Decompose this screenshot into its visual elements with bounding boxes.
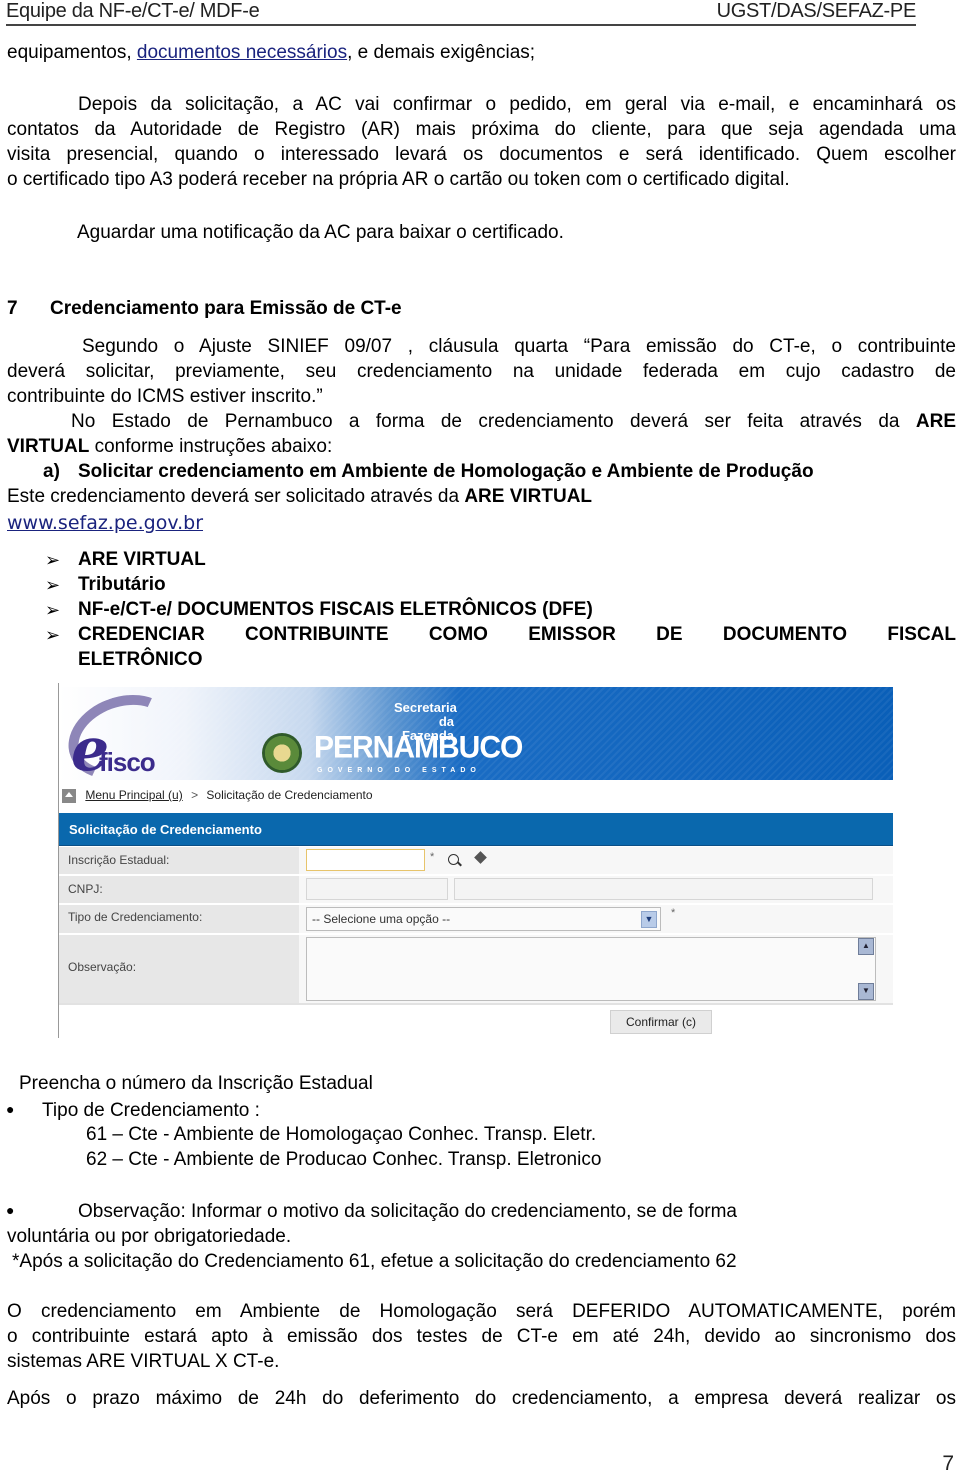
header-right-title: UGST/DAS/SEFAZ-PE (716, 0, 917, 22)
nav-step: ARE VIRTUAL (78, 549, 206, 570)
para1-line: o certificado tipo A3 poderá receber na … (7, 169, 790, 190)
instruction-tipo-label: Tipo de Credenciamento : (42, 1100, 260, 1121)
para5: Este credenciamento deverá ser solicitad… (7, 485, 956, 509)
form-row-tipo: Tipo de Credenciamento: -- Selecione uma… (59, 905, 893, 935)
breadcrumb-home-link[interactable]: Menu Principal (u) (85, 788, 182, 802)
company-name-input (454, 878, 873, 900)
section-heading: 7 Credenciamento para Emissão de CT-e (7, 297, 956, 321)
page-header: Equipe da NF-e/CT-e/ MDF-e UGST/DAS/SEFA… (6, 0, 916, 26)
website-link[interactable]: www.sefaz.pe.gov.br (7, 512, 203, 534)
inscricao-label: Inscrição Estadual: (59, 847, 299, 874)
form-row-cnpj: CNPJ: (59, 876, 893, 905)
observacao-textarea[interactable] (306, 937, 876, 1001)
instruction-obs-line1: Observação: Informar o motivo da solicit… (78, 1201, 737, 1222)
pernambuco-coat-of-arms-icon (262, 733, 302, 773)
para4-text: No Estado de Pernambuco a forma de crede… (71, 411, 900, 432)
cnpj-label: CNPJ: (59, 876, 299, 903)
para3-line: Segundo o Ajuste SINIEF 09/07 , cláusula… (82, 336, 956, 357)
para4-line1: No Estado de Pernambuco a forma de crede… (71, 410, 956, 434)
nav-step: Tributário (78, 574, 166, 595)
tipo-label: Tipo de Credenciamento: (59, 905, 299, 933)
form-title: Solicitação de Credenciamento (59, 813, 893, 846)
embedded-screenshot: e fisco Secretaria da Fazenda PERNAMBUCO… (58, 683, 894, 1038)
breadcrumb-separator: > (191, 788, 199, 802)
header-left-title: Equipe da NF-e/CT-e/ MDF-e (6, 0, 260, 22)
arrow-bullet-icon: ➢ (45, 575, 61, 595)
para4-line2: VIRTUAL conforme instruções abaixo: (7, 435, 956, 459)
para6-line: O credenciamento em Ambiente de Homologa… (7, 1301, 956, 1322)
chevron-down-icon[interactable]: ▼ (641, 911, 657, 928)
banner-state: PERNAMBUCO (314, 730, 523, 765)
tipo-option: 61 – Cte - Ambiente de Homologaçao Conhe… (86, 1124, 597, 1145)
form-row-inscricao: Inscrição Estadual: * (59, 847, 893, 876)
breadcrumb: Menu Principal (u) > Solicitação de Cred… (62, 788, 373, 806)
form-separator (59, 1003, 893, 1005)
para6-line: sistemas ARE VIRTUAL X CT-e. (7, 1351, 280, 1372)
banner-secretaria-line: Secretaria (394, 700, 457, 715)
para3-line: deverá solicitar, previamente, seu crede… (7, 361, 956, 382)
tipo-option: 62 – Cte - Ambiente de Producao Conhec. … (86, 1149, 602, 1170)
para4-text: conforme instruções abaixo: (89, 436, 333, 457)
para4-bold: VIRTUAL (7, 436, 90, 457)
page-number: 7 (942, 1452, 954, 1475)
para4-bold: ARE (915, 411, 956, 432)
confirm-button[interactable]: Confirmar (c) (610, 1010, 712, 1034)
section-number: 7 (7, 298, 18, 319)
para2: Aguardar uma notificação da AC para baix… (77, 222, 564, 243)
home-icon[interactable] (62, 788, 76, 803)
instruction-obs-line2: voluntária ou por obrigatoriedade. (7, 1226, 292, 1247)
documents-link[interactable]: documentos necessários (137, 42, 347, 63)
intro-line: equipamentos, documentos necessários, e … (7, 41, 956, 65)
intro-text: equipamentos, (7, 42, 137, 63)
arrow-bullet-icon: ➢ (45, 550, 61, 570)
subheading-text: Solicitar credenciamento em Ambiente de … (78, 461, 814, 482)
para5-text: Este credenciamento deverá ser solicitad… (7, 486, 465, 507)
cnpj-input (306, 878, 448, 900)
para3-line: contribuinte do ICMS estiver inscrito.” (7, 386, 323, 407)
clear-eraser-icon[interactable] (474, 851, 487, 864)
efisco-logo-text: fisco (99, 747, 156, 777)
para7: Após o prazo máximo de 24h do deferiment… (7, 1388, 956, 1409)
arrow-bullet-icon: ➢ (45, 625, 61, 645)
section-title: Credenciamento para Emissão de CT-e (50, 298, 402, 319)
required-mark: * (671, 907, 676, 919)
required-mark: * (430, 851, 435, 863)
nav-step: NF-e/CT-e/ DOCUMENTOS FISCAIS ELETRÔNICO… (78, 599, 593, 620)
sefaz-banner: e fisco Secretaria da Fazenda PERNAMBUCO… (59, 687, 893, 780)
intro-text-end: , e demais exigências; (347, 42, 536, 63)
nav-step-continued: ELETRÔNICO (78, 649, 203, 670)
banner-gov: GOVERNO DO ESTADO (317, 767, 481, 774)
tipo-selected-value: -- Selecione uma opção -- (312, 912, 451, 926)
bullet-icon: ● (6, 1101, 15, 1117)
para5-bold: ARE VIRTUAL (464, 486, 593, 507)
arrow-bullet-icon: ➢ (45, 600, 61, 620)
inscricao-input[interactable] (306, 849, 425, 871)
scroll-down-icon[interactable]: ▼ (858, 983, 874, 1000)
website-line: www.sefaz.pe.gov.br (7, 511, 956, 535)
para1-line: visita presencial, quando o interessado … (7, 144, 956, 165)
observacao-label: Observação: (59, 935, 299, 1003)
scroll-up-icon[interactable]: ▲ (858, 938, 874, 955)
instruction-fill: Preencha o número da Inscrição Estadual (19, 1073, 373, 1094)
para1-line: Depois da solicitação, a AC vai confirma… (78, 94, 956, 115)
para6-line: o contribuinte estará apto à emissão dos… (7, 1326, 956, 1347)
instruction-note: *Após a solicitação do Credenciamento 61… (12, 1251, 737, 1272)
nav-step: CREDENCIAR CONTRIBUINTE COMO EMISSOR DE … (78, 624, 956, 645)
tipo-select[interactable]: -- Selecione uma opção -- ▼ (306, 907, 661, 931)
subheading-marker: a) (43, 461, 60, 482)
subheading-a: a) Solicitar credenciamento em Ambiente … (43, 460, 956, 484)
breadcrumb-current: Solicitação de Credenciamento (206, 788, 373, 802)
search-icon[interactable] (448, 854, 459, 865)
bullet-icon: ● (6, 1202, 15, 1218)
form-row-observacao: Observação: ▲ ▼ (59, 935, 893, 1005)
para1-line: contatos da Autoridade de Registro (AR) … (7, 119, 956, 140)
